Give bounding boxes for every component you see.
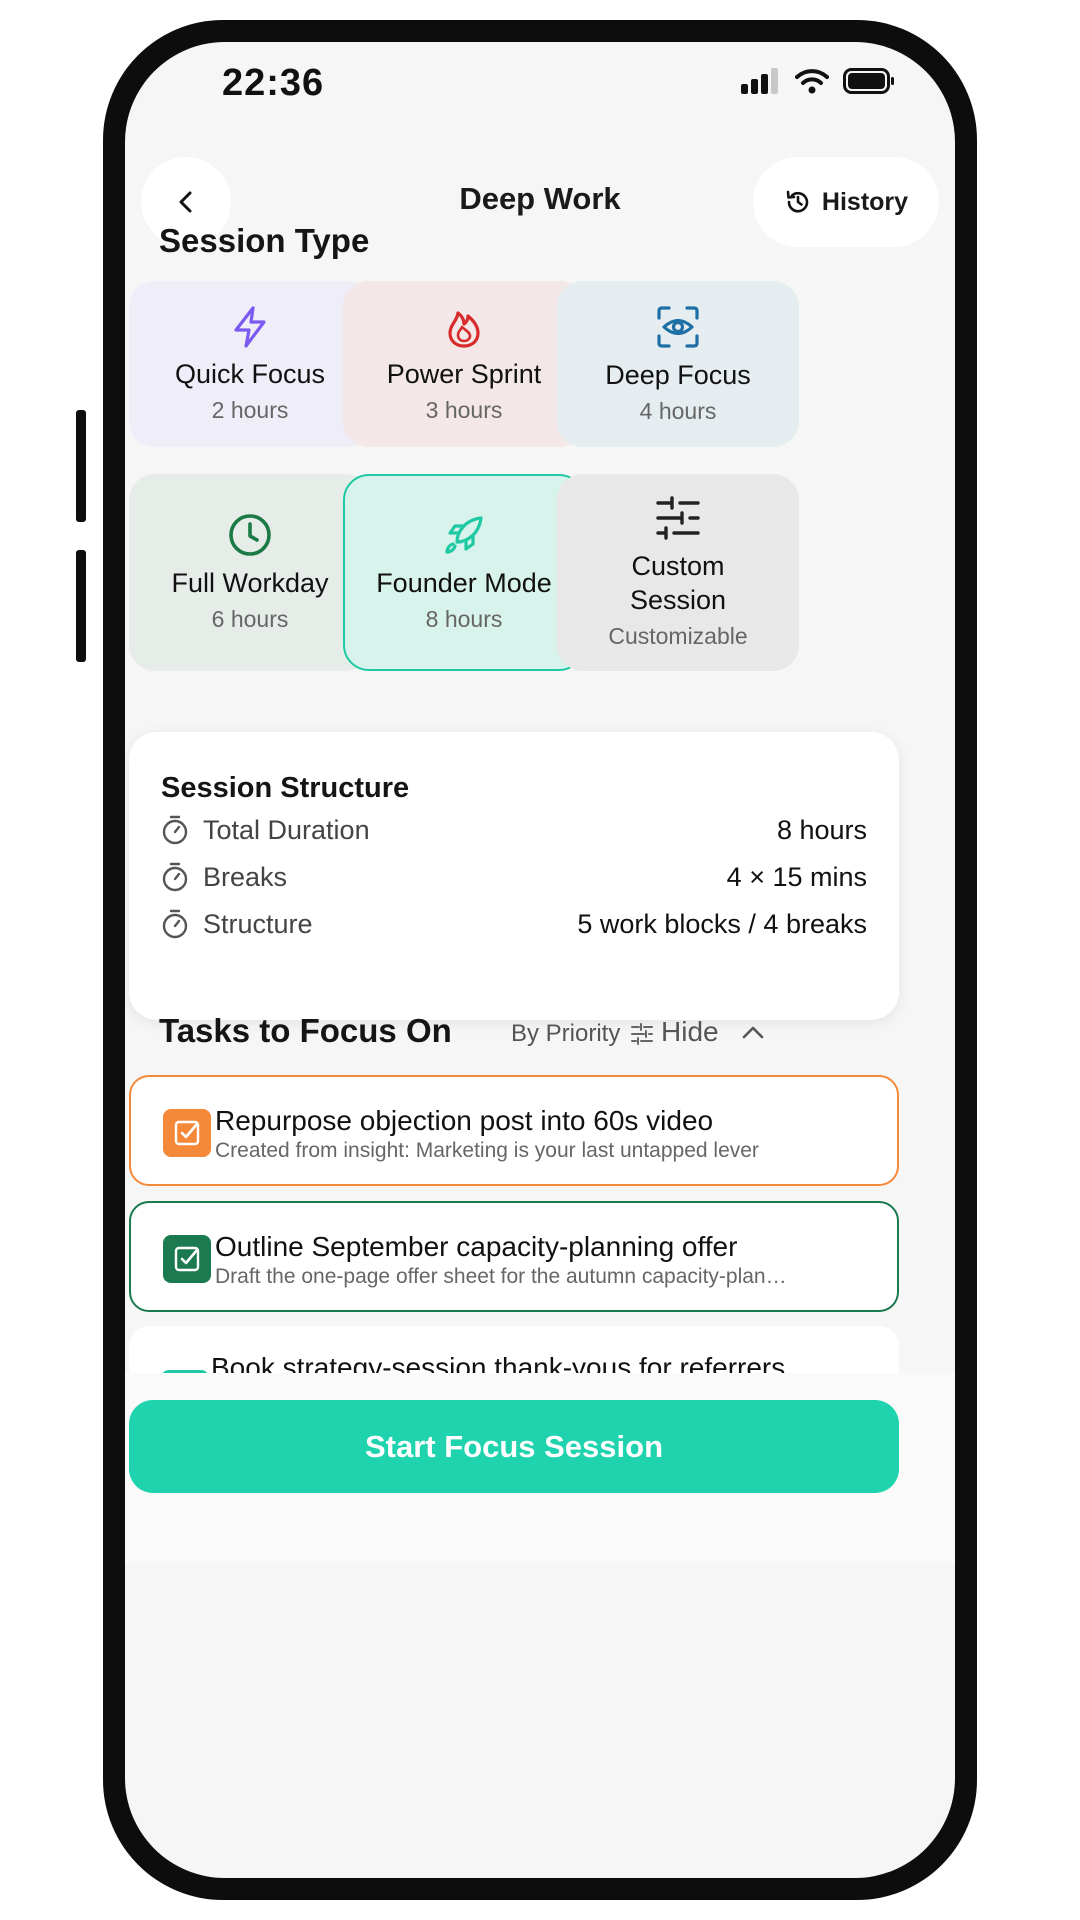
history-button[interactable]: History bbox=[753, 157, 939, 247]
session-option-duration: 6 hours bbox=[211, 606, 289, 632]
session-option-full-workday[interactable]: Full Workday 6 hours bbox=[129, 474, 371, 671]
structure-row-breaks: Breaks 4 × 15 mins bbox=[161, 857, 867, 897]
session-type-heading: Session Type bbox=[159, 222, 370, 259]
checkbox-checked-icon bbox=[174, 1246, 200, 1272]
history-label: History bbox=[821, 187, 909, 216]
chevron-up-icon bbox=[742, 1026, 763, 1039]
session-option-custom-session[interactable]: Custom Session Customizable bbox=[557, 474, 799, 671]
status-bar: 22:36 bbox=[125, 42, 955, 132]
status-time: 22:36 bbox=[222, 62, 325, 104]
eye-scan-icon bbox=[657, 305, 699, 348]
signal-icon bbox=[741, 68, 778, 94]
session-option-name: Power Sprint bbox=[386, 358, 542, 389]
structure-label: Structure bbox=[203, 908, 313, 939]
history-icon bbox=[786, 190, 809, 213]
clock-icon bbox=[229, 514, 271, 556]
task-title: Outline September capacity-planning offe… bbox=[215, 1231, 738, 1262]
session-option-name: Deep Focus bbox=[605, 359, 751, 390]
lightning-icon bbox=[234, 305, 266, 348]
structure-row-structure: Structure 5 work blocks / 4 breaks bbox=[161, 904, 867, 944]
structure-row-total-duration: Total Duration 8 hours bbox=[161, 810, 867, 850]
session-structure-card: Session Structure Total Duration 8 hours… bbox=[129, 732, 899, 1020]
task-checkbox[interactable] bbox=[163, 1235, 211, 1283]
hide-label: Hide bbox=[661, 1016, 719, 1047]
session-option-quick-focus[interactable]: Quick Focus 2 hours bbox=[129, 281, 371, 447]
task-subtitle: Draft the one-page offer sheet for the a… bbox=[215, 1265, 787, 1288]
session-option-duration: 8 hours bbox=[425, 606, 503, 632]
sort-label: By Priority bbox=[511, 1020, 621, 1047]
task-title: Repurpose objection post into 60s video bbox=[215, 1105, 714, 1136]
battery-icon bbox=[843, 68, 894, 94]
structure-value: 8 hours bbox=[776, 814, 867, 845]
task-item[interactable]: Repurpose objection post into 60s video … bbox=[129, 1075, 899, 1186]
session-option-duration: 4 hours bbox=[639, 397, 717, 424]
wifi-icon bbox=[795, 69, 829, 94]
flame-icon bbox=[448, 310, 480, 348]
status-icons bbox=[741, 68, 895, 94]
task-item[interactable]: Outline September capacity-planning offe… bbox=[129, 1201, 899, 1312]
session-option-name: Quick Focus bbox=[174, 358, 326, 389]
structure-label: Breaks bbox=[203, 861, 288, 892]
session-option-name: Custom Session bbox=[629, 551, 727, 615]
session-option-name: Founder Mode bbox=[376, 568, 552, 598]
tasks-heading: Tasks to Focus On bbox=[159, 1012, 452, 1049]
side-button bbox=[76, 410, 86, 522]
stopwatch-icon bbox=[162, 909, 188, 939]
structure-value: 5 work blocks / 4 breaks bbox=[577, 908, 867, 939]
stopwatch-icon bbox=[162, 815, 188, 845]
hide-tasks-button[interactable]: Hide bbox=[661, 1016, 765, 1048]
structure-value: 4 × 15 mins bbox=[726, 861, 867, 892]
tasks-header: Tasks to Focus On By Priority Hide bbox=[125, 1012, 955, 1058]
session-option-deep-focus[interactable]: Deep Focus 4 hours bbox=[557, 281, 799, 447]
filter-sliders-icon bbox=[631, 1023, 654, 1045]
stopwatch-icon bbox=[162, 862, 188, 892]
sliders-icon bbox=[656, 496, 700, 540]
session-option-duration: 3 hours bbox=[425, 396, 503, 423]
checkbox-checked-icon bbox=[174, 1120, 200, 1146]
task-checkbox[interactable] bbox=[163, 1109, 211, 1157]
sort-by-priority-button[interactable]: By Priority bbox=[511, 1020, 654, 1048]
task-subtitle: Created from insight: Marketing is your … bbox=[215, 1139, 759, 1162]
session-option-name: Full Workday bbox=[171, 568, 329, 598]
session-structure-title: Session Structure bbox=[161, 772, 410, 804]
session-option-power-sprint[interactable]: Power Sprint 3 hours bbox=[343, 281, 585, 447]
start-focus-session-button[interactable]: Start Focus Session bbox=[129, 1400, 899, 1493]
session-option-duration: 2 hours bbox=[211, 396, 289, 423]
session-option-duration: Customizable bbox=[608, 623, 748, 649]
session-option-founder-mode[interactable]: Founder Mode 8 hours bbox=[343, 474, 585, 671]
structure-label: Total Duration bbox=[203, 814, 370, 845]
screen: 22:36 Deep Work History Session Type Qui… bbox=[125, 42, 955, 1878]
rocket-icon bbox=[445, 516, 483, 554]
side-button bbox=[76, 550, 86, 662]
